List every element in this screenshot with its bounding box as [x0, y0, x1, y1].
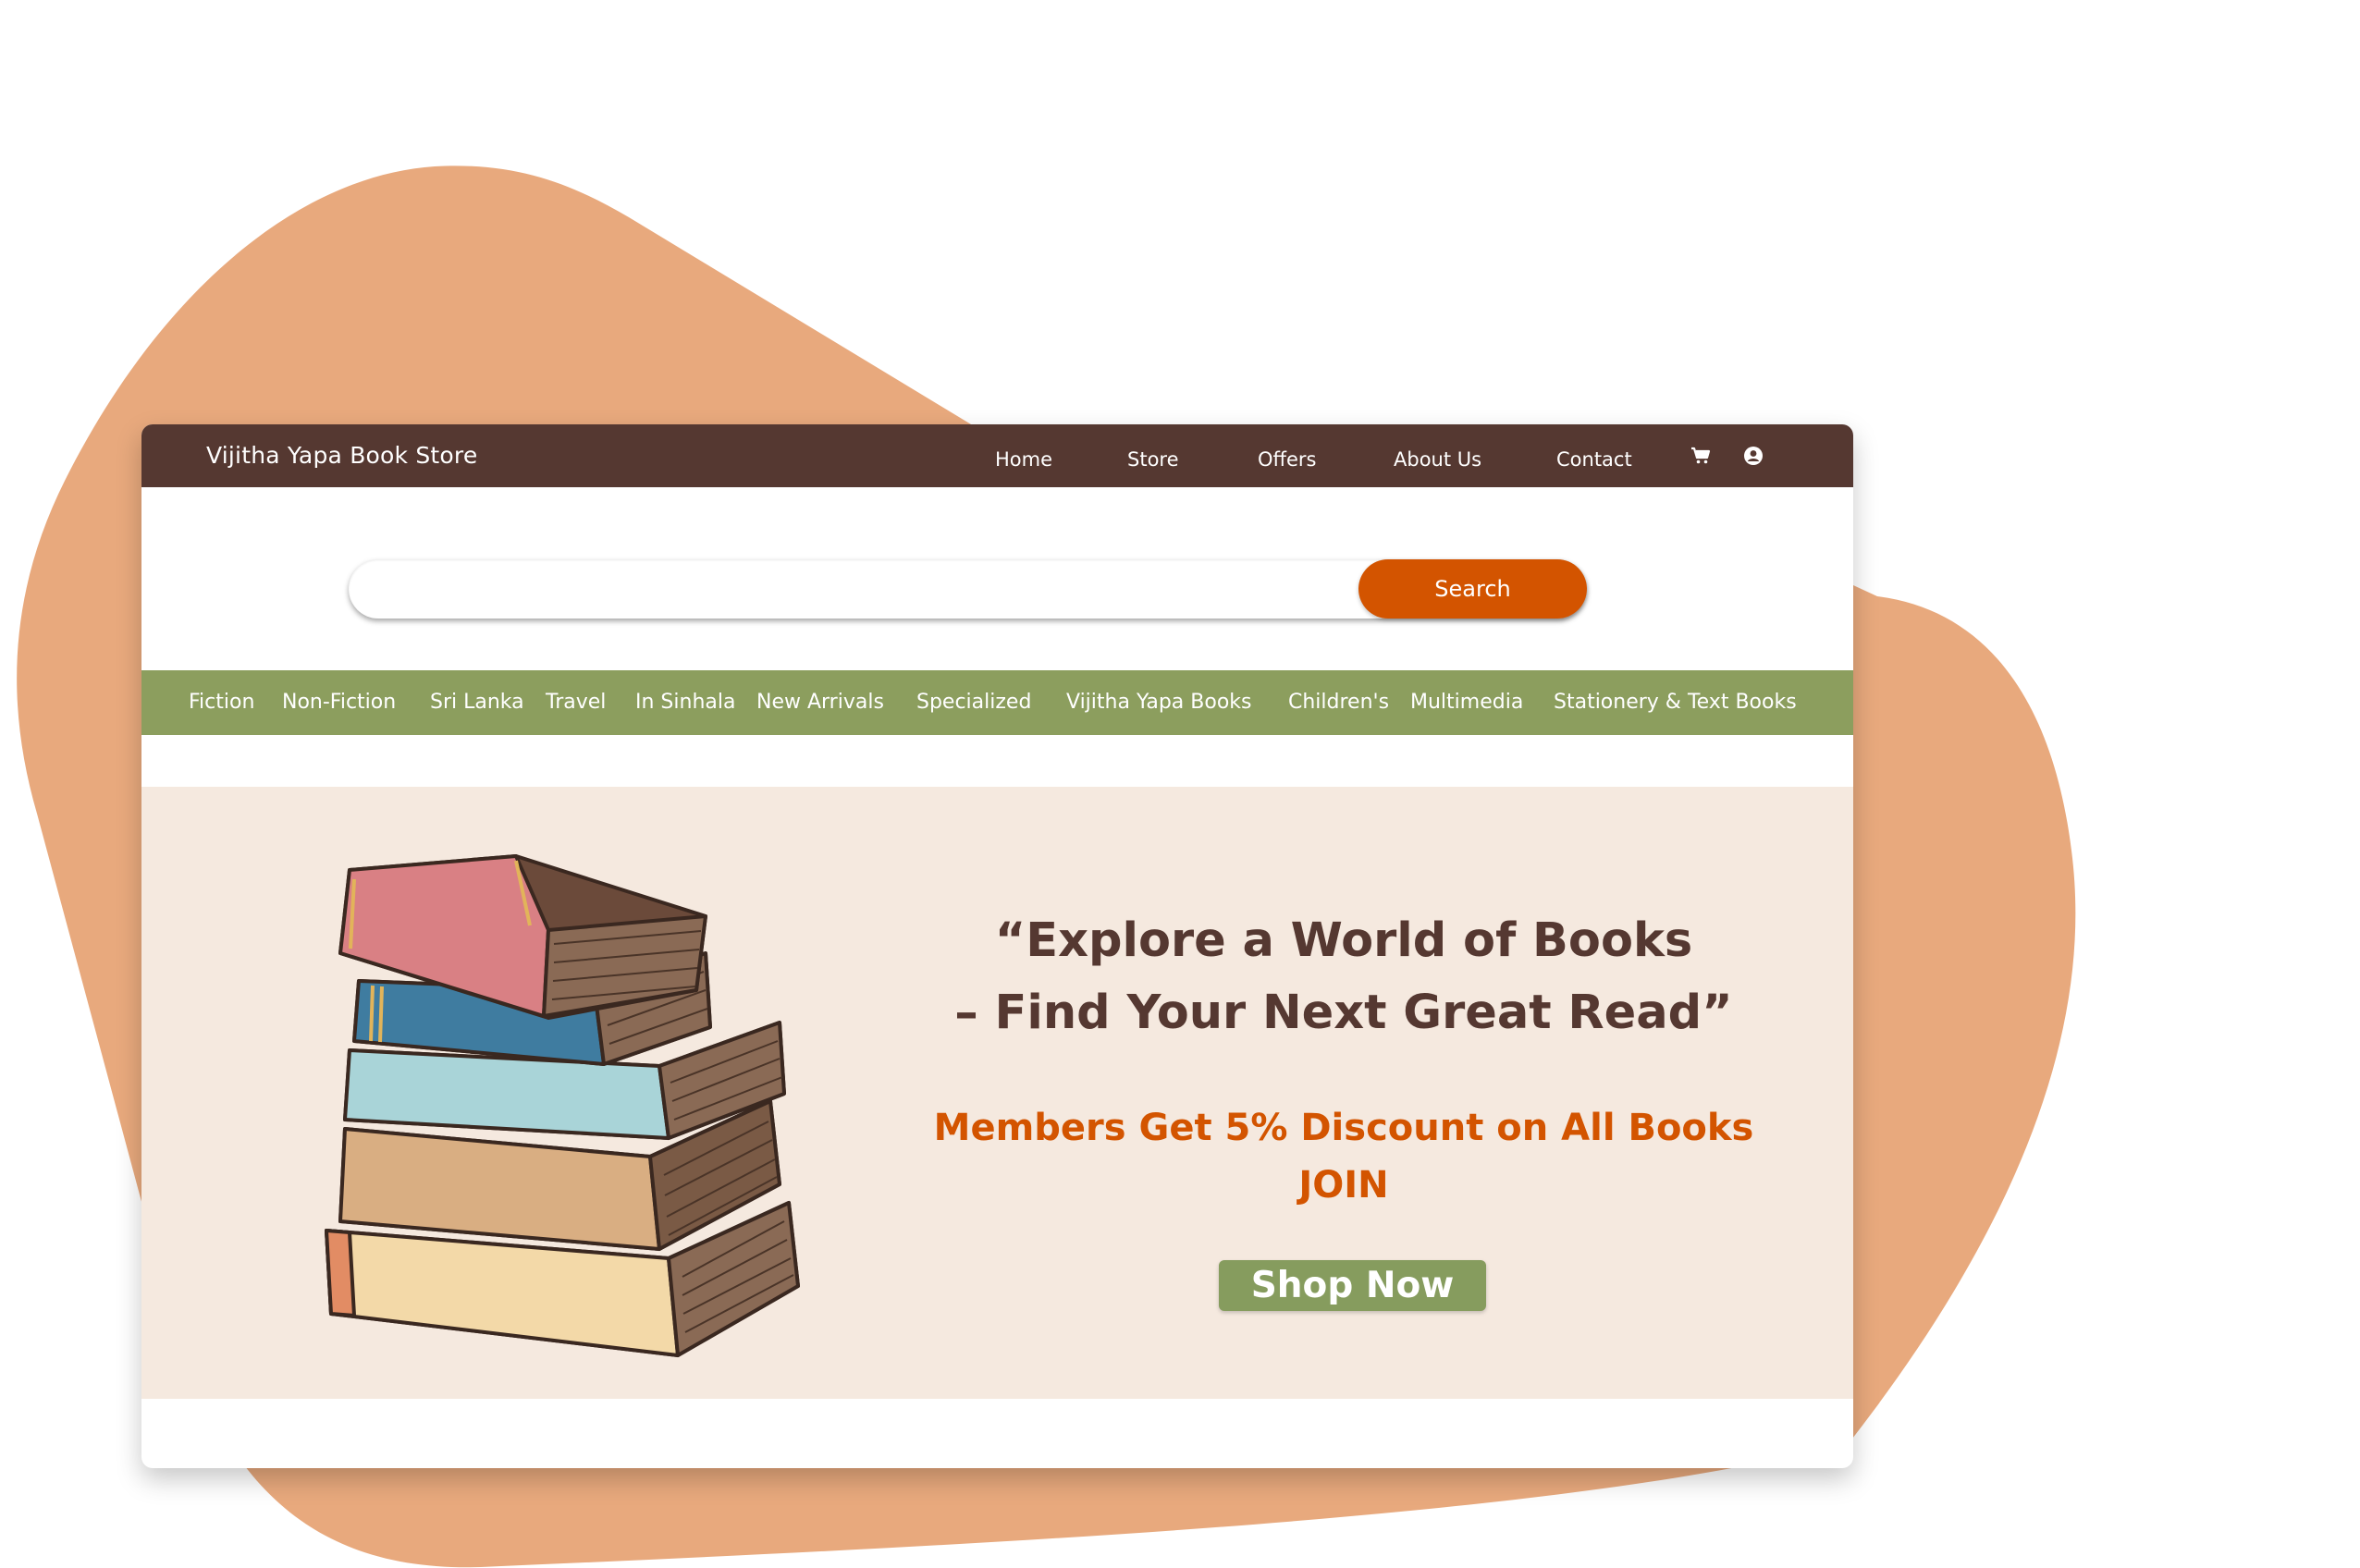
store-brand[interactable]: Vijitha Yapa Book Store — [206, 442, 477, 469]
top-navigation-bar: Vijitha Yapa Book Store Home Store Offer… — [141, 424, 1853, 487]
shop-now-button[interactable]: Shop Now — [1219, 1260, 1486, 1311]
nav-home[interactable]: Home — [995, 448, 1052, 471]
headline-line-1: “Explore a World of Books — [994, 913, 1693, 968]
nav-contact[interactable]: Contact — [1556, 448, 1632, 471]
nav-offers[interactable]: Offers — [1258, 448, 1317, 471]
user-account-icon[interactable] — [1742, 445, 1764, 467]
cart-icon[interactable] — [1690, 445, 1712, 467]
offer-text: Members Get 5% Discount on All Books — [933, 1107, 1754, 1149]
search-input[interactable] — [373, 569, 1357, 611]
category-travel[interactable]: Travel — [546, 691, 606, 714]
category-sri-lanka[interactable]: Sri Lanka — [430, 691, 524, 714]
category-new-arrivals[interactable]: New Arrivals — [756, 691, 884, 714]
category-non-fiction[interactable]: Non-Fiction — [282, 691, 396, 714]
category-fiction[interactable]: Fiction — [189, 691, 254, 714]
category-specialized[interactable]: Specialized — [916, 691, 1031, 714]
join-link[interactable]: JOIN — [928, 1157, 1760, 1214]
category-bar: Fiction Non-Fiction Sri Lanka Travel In … — [141, 670, 1853, 735]
search-button[interactable]: Search — [1358, 559, 1587, 619]
category-in-sinhala[interactable]: In Sinhala — [635, 691, 735, 714]
category-childrens[interactable]: Children's — [1288, 691, 1389, 714]
hero-banner: “Explore a World of Books – Find Your Ne… — [141, 787, 1853, 1399]
category-multimedia[interactable]: Multimedia — [1410, 691, 1523, 714]
member-offer: Members Get 5% Discount on All Books JOI… — [928, 1099, 1760, 1214]
category-stationery-text-books[interactable]: Stationery & Text Books — [1554, 691, 1797, 714]
nav-store[interactable]: Store — [1127, 448, 1179, 471]
nav-about-us[interactable]: About Us — [1394, 448, 1481, 471]
search-bar: Search — [349, 559, 1587, 619]
hero-headline: “Explore a World of Books – Find Your Ne… — [928, 905, 1760, 1049]
headline-line-2: – Find Your Next Great Read” — [954, 986, 1733, 1040]
browser-window: Vijitha Yapa Book Store Home Store Offer… — [141, 424, 1853, 1468]
category-vijitha-yapa-books[interactable]: Vijitha Yapa Books — [1066, 691, 1252, 714]
book-stack-illustration — [325, 854, 800, 1357]
